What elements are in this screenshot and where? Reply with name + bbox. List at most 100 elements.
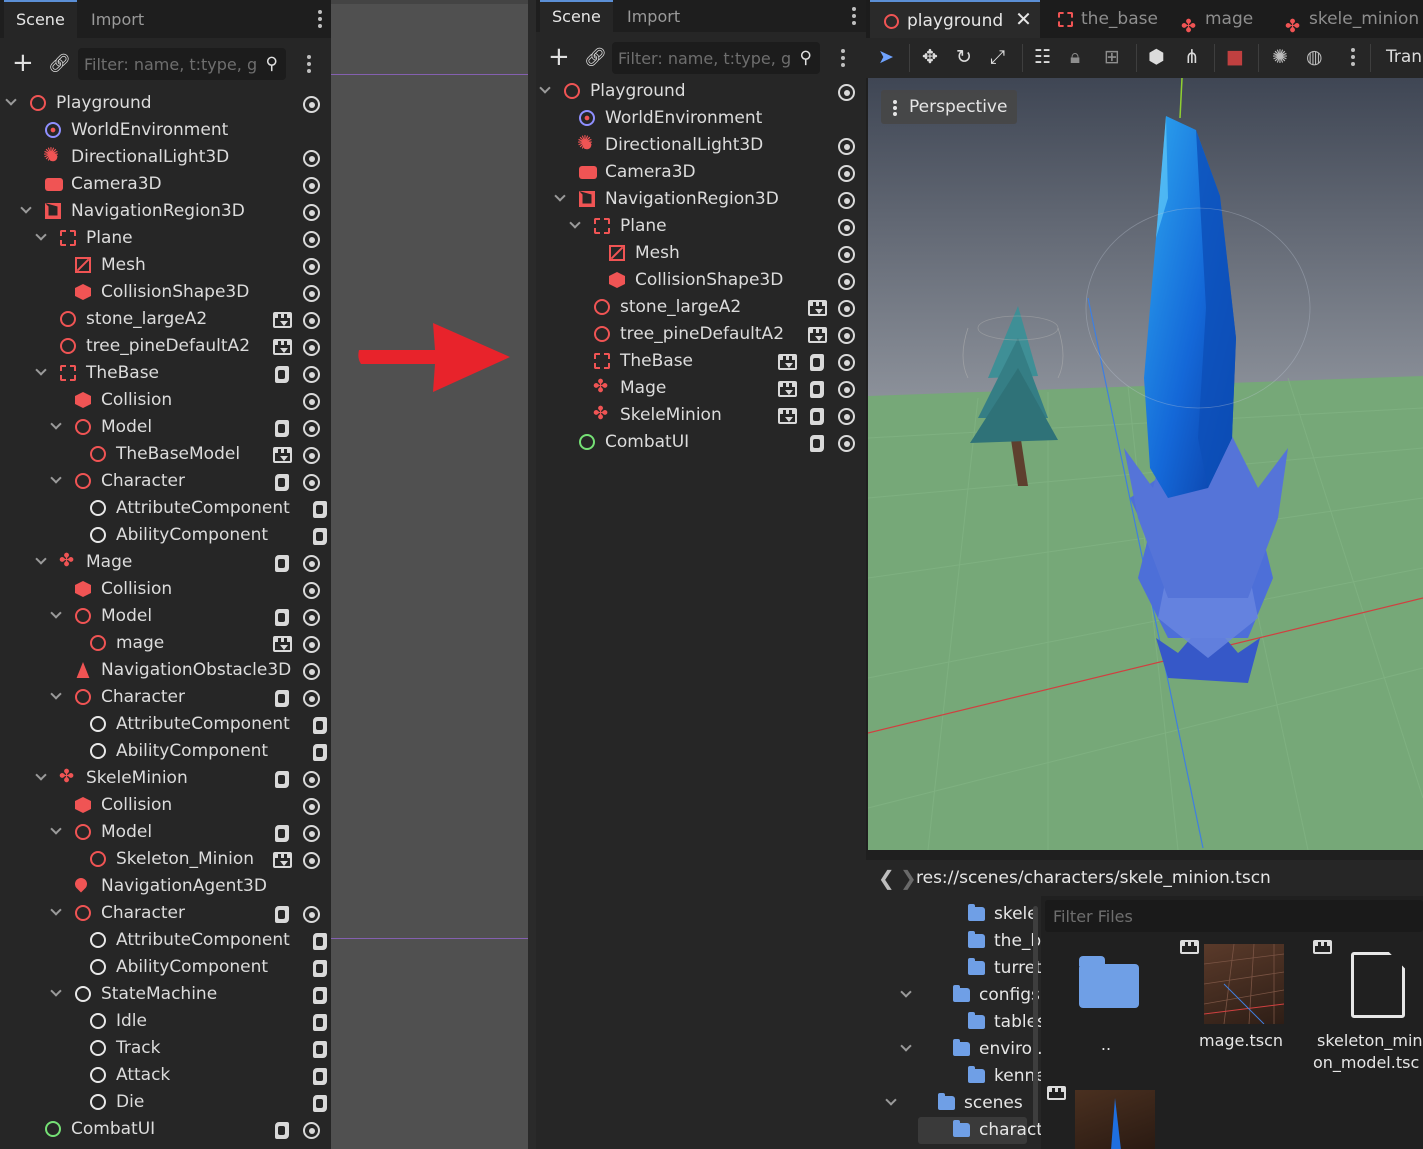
select-tool-icon[interactable]: ➤	[878, 46, 894, 68]
script-icon[interactable]	[275, 825, 289, 842]
tree-node-directionallight3d[interactable]: DirectionalLight3D	[536, 132, 866, 159]
visibility-eye-icon[interactable]	[838, 300, 855, 317]
visibility-eye-icon[interactable]	[303, 447, 320, 464]
dock-menu-icon[interactable]	[852, 14, 856, 18]
script-icon[interactable]	[313, 1041, 327, 1058]
chevron-down-icon[interactable]	[553, 191, 567, 205]
open-scene-icon[interactable]	[273, 852, 292, 868]
dock-menu-icon[interactable]	[318, 17, 322, 21]
visibility-eye-icon[interactable]	[303, 150, 320, 167]
visibility-eye-icon[interactable]	[303, 393, 320, 410]
file-item-scene-preview[interactable]	[1047, 1084, 1155, 1149]
visibility-eye-icon[interactable]	[303, 555, 320, 572]
lock-icon[interactable]: 🔒︎	[1070, 46, 1080, 68]
tree-node-worldenvironment[interactable]: WorldEnvironment	[536, 105, 866, 132]
visibility-eye-icon[interactable]	[303, 204, 320, 221]
open-scene-icon[interactable]	[778, 408, 797, 424]
script-icon[interactable]	[313, 933, 327, 950]
open-scene-icon[interactable]	[808, 327, 827, 343]
script-icon[interactable]	[275, 420, 289, 437]
chevron-down-icon[interactable]	[538, 83, 552, 97]
visibility-eye-icon[interactable]	[838, 138, 855, 155]
visibility-eye-icon[interactable]	[303, 798, 320, 815]
forward-icon[interactable]: ❯	[900, 866, 917, 890]
filesystem-scrollbar[interactable]	[1033, 906, 1038, 1126]
camera-preview-icon[interactable]: ■	[1226, 46, 1244, 68]
tree-node-attack[interactable]: Attack	[0, 1062, 331, 1089]
scene-menu-icon[interactable]	[841, 56, 845, 60]
tree-node-mesh[interactable]: Mesh	[536, 240, 866, 267]
chevron-down-icon[interactable]	[568, 218, 582, 232]
folder-item[interactable]: scenes	[866, 1090, 1041, 1117]
tree-node-thebase[interactable]: TheBase	[0, 360, 331, 387]
folder-item[interactable]: enviro...	[866, 1036, 1048, 1063]
back-icon[interactable]: ❮	[878, 866, 895, 890]
snap-icon[interactable]: ⋔	[1184, 46, 1200, 68]
tree-node-attributecomponent[interactable]: AttributeComponent	[0, 495, 331, 522]
tree-node-playground[interactable]: Playground	[0, 90, 331, 117]
tree-node-mage[interactable]: Mage	[536, 375, 866, 402]
chevron-down-icon[interactable]	[34, 365, 48, 379]
folder-item[interactable]: skele	[866, 901, 1041, 928]
chevron-down-icon[interactable]	[34, 770, 48, 784]
tree-node-model[interactable]: Model	[0, 603, 331, 630]
rotate-tool-icon[interactable]: ↻	[956, 46, 972, 68]
visibility-eye-icon[interactable]	[303, 312, 320, 329]
tree-node-navigationagent3d[interactable]: NavigationAgent3D	[0, 873, 331, 900]
node-filter-input[interactable]	[612, 42, 820, 74]
script-icon[interactable]	[313, 744, 327, 761]
tree-node-character[interactable]: Character	[0, 684, 331, 711]
local-space-icon[interactable]: ⬢	[1148, 46, 1165, 68]
script-icon[interactable]	[810, 354, 824, 371]
tree-node-attributecomponent[interactable]: AttributeComponent	[0, 927, 331, 954]
tree-node-collision[interactable]: Collision	[0, 576, 331, 603]
tab-the-base[interactable]: the_base	[1058, 0, 1158, 38]
visibility-eye-icon[interactable]	[303, 420, 320, 437]
environment-preview-icon[interactable]: ◍	[1306, 46, 1323, 68]
list-select-icon[interactable]: ☷	[1034, 46, 1051, 68]
open-scene-icon[interactable]	[273, 312, 292, 328]
chevron-down-icon[interactable]	[49, 473, 63, 487]
script-icon[interactable]	[275, 474, 289, 491]
script-icon[interactable]	[275, 906, 289, 923]
tree-node-directionallight3d[interactable]: DirectionalLight3D	[0, 144, 331, 171]
instance-scene-icon[interactable]: 🔗︎	[584, 47, 607, 68]
visibility-eye-icon[interactable]	[303, 906, 320, 923]
scale-tool-icon[interactable]: ⤢	[990, 46, 1005, 68]
visibility-eye-icon[interactable]	[303, 474, 320, 491]
visibility-eye-icon[interactable]	[303, 96, 320, 113]
visibility-eye-icon[interactable]	[838, 219, 855, 236]
tree-node-mage[interactable]: mage	[0, 630, 331, 657]
move-tool-icon[interactable]: ✥	[922, 46, 938, 68]
tree-node-collision[interactable]: Collision	[0, 387, 331, 414]
script-icon[interactable]	[275, 1122, 289, 1139]
visibility-eye-icon[interactable]	[838, 192, 855, 209]
chevron-down-icon[interactable]	[49, 986, 63, 1000]
tree-node-character[interactable]: Character	[0, 468, 331, 495]
add-node-icon[interactable]: +	[12, 50, 34, 76]
tree-node-model[interactable]: Model	[0, 819, 331, 846]
tab-import[interactable]: Import	[615, 0, 692, 32]
chevron-down-icon[interactable]	[4, 95, 18, 109]
tree-node-skeleminion[interactable]: SkeleMinion	[0, 765, 331, 792]
script-icon[interactable]	[810, 381, 824, 398]
open-scene-icon[interactable]	[808, 300, 827, 316]
script-icon[interactable]	[810, 435, 824, 452]
script-icon[interactable]	[275, 555, 289, 572]
visibility-eye-icon[interactable]	[838, 435, 855, 452]
visibility-eye-icon[interactable]	[303, 366, 320, 383]
tab-scene[interactable]: Scene	[540, 0, 613, 32]
tree-node-thebasemodel[interactable]: TheBaseModel	[0, 441, 331, 468]
folder-item[interactable]: kenne	[866, 1063, 1046, 1090]
tree-node-track[interactable]: Track	[0, 1035, 331, 1062]
tree-node-abilitycomponent[interactable]: AbilityComponent	[0, 954, 331, 981]
script-icon[interactable]	[275, 366, 289, 383]
tab-scene[interactable]: Scene	[4, 0, 77, 38]
instance-scene-icon[interactable]: 🔗︎	[48, 53, 71, 74]
chevron-down-icon[interactable]	[19, 203, 33, 217]
chevron-down-icon[interactable]	[899, 1041, 913, 1055]
tree-node-tree-pinedefaulta2[interactable]: tree_pineDefaultA2	[536, 321, 866, 348]
transform-menu[interactable]: Tran	[1386, 47, 1422, 67]
chevron-down-icon[interactable]	[899, 987, 913, 1001]
tree-node-idle[interactable]: Idle	[0, 1008, 331, 1035]
